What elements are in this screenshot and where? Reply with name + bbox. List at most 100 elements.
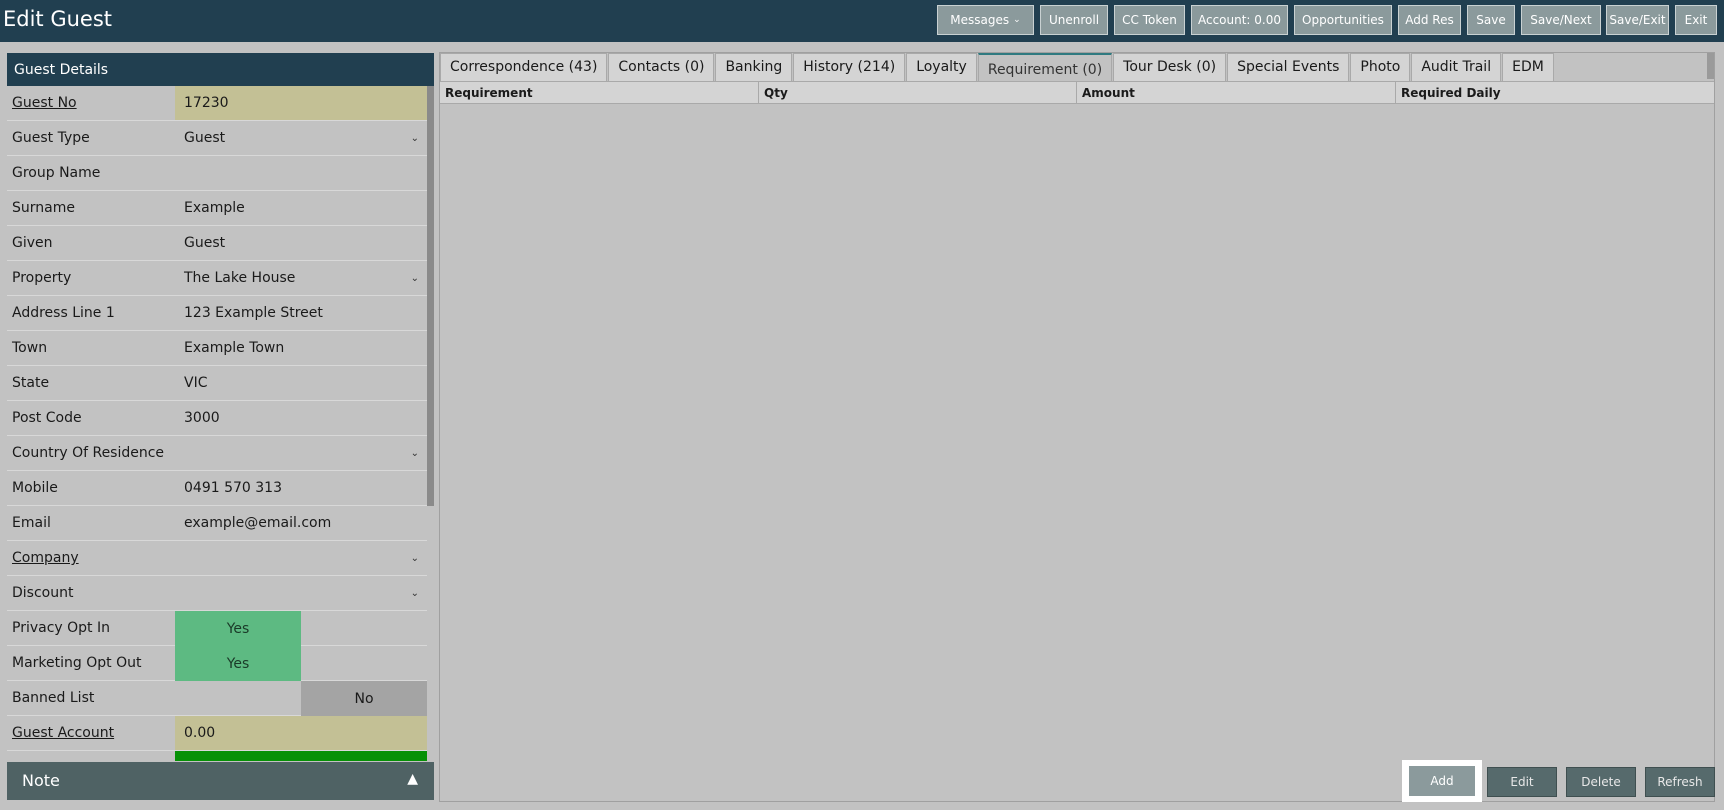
row-company: Company ⌄ <box>7 541 427 576</box>
discount-label: Discount <box>12 585 74 601</box>
row-guest-type: Guest Type Guest ⌄ <box>7 121 427 156</box>
unenroll-button[interactable]: Unenroll <box>1040 5 1108 35</box>
row-guest-no: Guest No 17230 <box>7 86 427 121</box>
chevron-down-icon: ⌄ <box>410 588 419 599</box>
row-post-code: Post Code 3000 <box>7 401 427 436</box>
town-label: Town <box>12 340 48 356</box>
row-town: Town Example Town <box>7 331 427 366</box>
privacy-opt-in-toggle[interactable]: Yes <box>175 611 301 646</box>
tab-correspondence[interactable]: Correspondence (43) <box>440 53 608 81</box>
banned-list-label: Banned List <box>12 690 95 706</box>
tab-tour-desk[interactable]: Tour Desk (0) <box>1113 53 1227 81</box>
row-privacy-opt-in: Privacy Opt In Yes <box>7 611 427 646</box>
add-button-focus-ring: Add <box>1402 760 1482 802</box>
column-header-amount[interactable]: Amount <box>1077 82 1396 104</box>
marketing-opt-out-toggle[interactable]: Yes <box>175 646 301 681</box>
page-title: Edit Guest <box>3 7 113 31</box>
left-scrollbar[interactable] <box>427 86 434 506</box>
tab-special-events[interactable]: Special Events <box>1227 53 1350 81</box>
guest-no-link[interactable]: Guest No <box>12 95 77 111</box>
given-label: Given <box>12 235 53 251</box>
cc-token-button[interactable]: CC Token <box>1114 5 1185 35</box>
row-group-name: Group Name <box>7 156 427 191</box>
tab-contacts[interactable]: Contacts (0) <box>608 53 715 81</box>
right-scrollbar[interactable] <box>1707 53 1714 79</box>
row-marketing-opt-out: Marketing Opt Out Yes <box>7 646 427 681</box>
chevron-down-icon: ⌄ <box>410 553 419 564</box>
row-guest-account: Guest Account 0.00 <box>7 716 427 751</box>
row-discount: Discount ⌄ <box>7 576 427 611</box>
property-label: Property <box>12 270 72 286</box>
tab-audit-trail[interactable]: Audit Trail <box>1411 53 1502 81</box>
state-field[interactable]: VIC <box>175 366 427 400</box>
chevron-down-icon: ⌄ <box>410 448 419 459</box>
row-property: Property The Lake House ⌄ <box>7 261 427 296</box>
account-button[interactable]: Account: 0.00 <box>1191 5 1288 35</box>
column-header-required-daily[interactable]: Required Daily <box>1396 82 1714 104</box>
banned-list-toggle[interactable]: No <box>301 681 427 716</box>
tab-photo[interactable]: Photo <box>1350 53 1411 81</box>
guest-details-rows: Guest No 17230 Guest Type Guest ⌄ Group … <box>7 86 427 761</box>
email-field[interactable]: example@email.com <box>175 506 427 540</box>
row-email: Email example@email.com <box>7 506 427 541</box>
exit-button[interactable]: Exit <box>1675 5 1717 35</box>
tab-loyalty[interactable]: Loyalty <box>906 53 977 81</box>
chevron-down-icon: ⌄ <box>410 133 419 144</box>
column-header-qty[interactable]: Qty <box>759 82 1077 104</box>
refresh-button[interactable]: Refresh <box>1645 767 1715 797</box>
tab-requirement[interactable]: Requirement (0) <box>977 53 1113 83</box>
note-label: Note <box>22 771 60 790</box>
add-button[interactable]: Add <box>1409 766 1475 796</box>
country-label: Country Of Residence <box>12 445 165 461</box>
surname-field[interactable]: Example <box>175 191 427 225</box>
company-select[interactable]: ⌄ <box>175 541 427 575</box>
chevron-down-icon: ⌄ <box>410 273 419 284</box>
email-label: Email <box>12 515 51 531</box>
guest-no-field: 17230 <box>175 86 427 120</box>
chevron-down-icon: ⌄ <box>1013 15 1021 25</box>
given-field[interactable]: Guest <box>175 226 427 260</box>
mobile-label: Mobile <box>12 480 58 496</box>
save-next-button[interactable]: Save/Next <box>1521 5 1601 35</box>
group-name-label: Group Name <box>12 165 101 181</box>
save-button[interactable]: Save <box>1467 5 1515 35</box>
tab-edm[interactable]: EDM <box>1502 53 1554 81</box>
country-select[interactable]: ⌄ <box>175 436 427 470</box>
address-line-1-label: Address Line 1 <box>12 305 115 321</box>
row-state: State VIC <box>7 366 427 401</box>
save-exit-button[interactable]: Save/Exit <box>1606 5 1669 35</box>
add-res-button[interactable]: Add Res <box>1398 5 1461 35</box>
edit-button[interactable]: Edit <box>1487 767 1557 797</box>
note-section-toggle[interactable]: Note ▲ <box>7 762 434 800</box>
row-address-line-1: Address Line 1 123 Example Street <box>7 296 427 331</box>
guest-type-value: Guest <box>184 130 226 146</box>
messages-button[interactable]: Messages ⌄ <box>937 5 1034 35</box>
opportunities-button[interactable]: Opportunities <box>1294 5 1392 35</box>
discount-select[interactable]: ⌄ <box>175 576 427 610</box>
guest-type-select[interactable]: Guest ⌄ <box>175 121 427 155</box>
marketing-opt-out-label: Marketing Opt Out <box>12 655 142 671</box>
row-country-of-residence: Country Of Residence ⌄ <box>7 436 427 471</box>
group-name-field[interactable] <box>175 156 427 190</box>
property-select[interactable]: The Lake House ⌄ <box>175 261 427 295</box>
guest-details-header: Guest Details <box>7 53 434 86</box>
post-code-field[interactable]: 3000 <box>175 401 427 435</box>
post-code-label: Post Code <box>12 410 82 426</box>
mobile-field[interactable]: 0491 570 313 <box>175 471 427 505</box>
column-header-requirement[interactable]: Requirement <box>440 82 759 104</box>
delete-button[interactable]: Delete <box>1566 767 1636 797</box>
town-field[interactable]: Example Town <box>175 331 427 365</box>
guest-details-panel: Guest Details Guest No 17230 Guest Type … <box>7 53 434 763</box>
tab-banking[interactable]: Banking <box>715 53 793 81</box>
company-link[interactable]: Company <box>12 550 79 566</box>
property-value: The Lake House <box>184 270 296 286</box>
tab-history[interactable]: History (214) <box>793 53 906 81</box>
guest-account-field: 0.00 <box>175 716 427 750</box>
guest-account-link[interactable]: Guest Account <box>12 725 114 741</box>
tab-content-panel: Correspondence (43) Contacts (0) Banking… <box>439 52 1715 802</box>
address-line-1-field[interactable]: 123 Example Street <box>175 296 427 330</box>
state-label: State <box>12 375 50 391</box>
messages-label: Messages <box>950 13 1010 27</box>
surname-label: Surname <box>12 200 75 216</box>
top-bar: Edit Guest Messages ⌄ Unenroll CC Token … <box>0 0 1724 42</box>
